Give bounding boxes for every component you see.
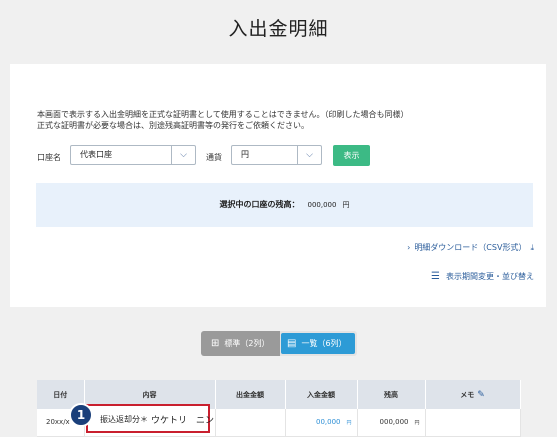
grid-icon: ⊞ (211, 338, 220, 349)
deposit-unit: 円 (346, 420, 352, 427)
account-select-value: 代表口座 (80, 150, 112, 159)
show-button[interactable]: 表示 (333, 145, 370, 166)
view-toggle: ⊞ 標準（2列） ▤ 一覧（6列） (201, 331, 357, 356)
cell-balance: 000,000 円 (357, 409, 426, 437)
balance-label: 選択中の口座の残高： (219, 200, 300, 209)
balance-unit: 円 (414, 420, 420, 427)
chevron-right-icon: › (407, 243, 411, 252)
header-memo: メモ ✎ (425, 380, 521, 409)
pencil-icon[interactable]: ✎ (477, 390, 485, 400)
account-select[interactable]: 代表口座 ⌵ (70, 145, 196, 165)
header-withdrawal: 出金金額 (215, 380, 286, 409)
balance-unit: 円 (342, 201, 350, 209)
page-title: 入出金明細 (228, 18, 329, 40)
header-balance: 残高 (357, 380, 426, 409)
csv-download-link[interactable]: › 明細ダウンロード（CSV形式） ⤓ (407, 242, 534, 253)
list-view-button[interactable]: ▤ 一覧（6列） (281, 333, 355, 354)
csv-download-label: 明細ダウンロード（CSV形式） (414, 243, 527, 252)
list-view-label: 一覧（6列） (301, 339, 347, 348)
notice-line-2: 正式な証明書が必要な場合は、別途残高証明書等の発行をご依頼ください。 (37, 121, 309, 130)
chevron-down-icon: ⌵ (297, 146, 321, 164)
cell-withdrawal (215, 409, 286, 437)
deposit-amount: 00,000 (315, 418, 341, 427)
change-period-label: 表示期間変更・並び替え (446, 272, 534, 281)
account-label: 口座名 (37, 153, 61, 162)
list-icon: ▤ (287, 338, 297, 349)
currency-select[interactable]: 円 ⌵ (231, 145, 322, 165)
balance-amount: 000,000 (379, 418, 409, 427)
currency-select-value: 円 (241, 150, 249, 159)
download-icon: ⤓ (530, 243, 534, 252)
cell-memo[interactable] (425, 409, 521, 437)
content-name: ウケトリ ニン (151, 416, 215, 426)
cell-deposit: 00,000 円 (285, 409, 358, 437)
search-list-icon: ☰ (431, 271, 440, 282)
content-label: 振込返却分＊ (100, 415, 148, 424)
header-deposit: 入金金額 (285, 380, 358, 409)
chevron-down-icon: ⌵ (171, 146, 195, 164)
step-number-badge: 1 (69, 403, 93, 427)
highlighted-content-cell: 振込返却分＊ ウケトリ ニン (86, 404, 214, 433)
change-period-link[interactable]: ☰ 表示期間変更・並び替え (431, 271, 534, 282)
standard-view-label: 標準（2列） (224, 339, 270, 348)
currency-label: 通貨 (206, 153, 222, 162)
search-panel: 本画面で表示する入出金明細を正式な証明書として使用することはできません。（印刷し… (10, 64, 546, 307)
header-memo-label: メモ (460, 390, 475, 399)
disclaimer-notice: 本画面で表示する入出金明細を正式な証明書として使用することはできません。（印刷し… (37, 109, 409, 131)
notice-line-1: 本画面で表示する入出金明細を正式な証明書として使用することはできません。（印刷し… (37, 110, 409, 119)
balance-box: 選択中の口座の残高： 000,000 円 (36, 183, 533, 227)
balance-value: 000,000 (307, 201, 337, 209)
standard-view-button[interactable]: ⊞ 標準（2列） (201, 331, 280, 356)
